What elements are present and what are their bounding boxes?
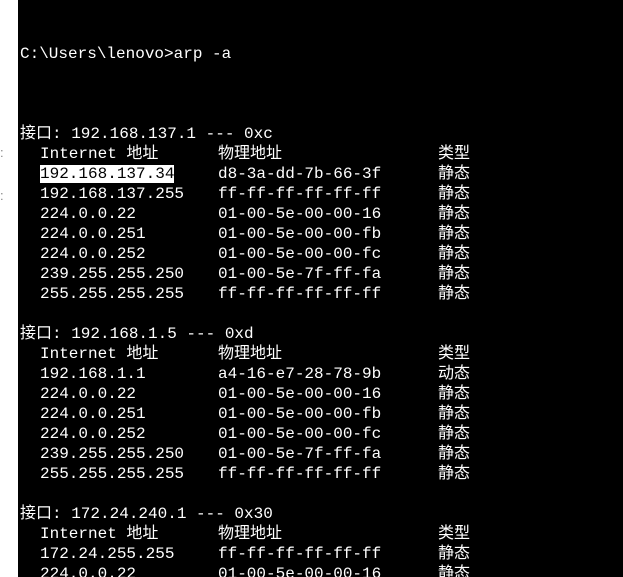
entry-mac: 01-00-5e-00-00-16 [218, 564, 438, 577]
interface-block: 接口: 192.168.1.5 --- 0xdInternet 地址物理地址类型… [18, 324, 623, 484]
entry-type: 静态 [438, 284, 470, 304]
entry-type: 静态 [438, 264, 470, 284]
entry-type: 静态 [438, 244, 470, 264]
entry-type: 静态 [438, 184, 470, 204]
entry-type: 静态 [438, 444, 470, 464]
entry-ip: 255.255.255.255 [18, 284, 218, 304]
column-header-row: Internet 地址物理地址类型 [18, 344, 623, 364]
interface-block: 接口: 172.24.240.1 --- 0x30Internet 地址物理地址… [18, 504, 623, 577]
entry-mac: d8-3a-dd-7b-66-3f [218, 164, 438, 184]
doc-left-margin: : : [0, 0, 18, 577]
interface-header: 接口: 192.168.137.1 --- 0xc [18, 124, 623, 144]
arp-entry-row: 224.0.0.25101-00-5e-00-00-fb静态 [18, 404, 623, 424]
entry-mac: 01-00-5e-00-00-fb [218, 224, 438, 244]
arp-output: 接口: 192.168.137.1 --- 0xcInternet 地址物理地址… [18, 124, 623, 577]
arp-entry-row: 172.24.255.255ff-ff-ff-ff-ff-ff静态 [18, 544, 623, 564]
col-header-mac: 物理地址 [218, 144, 438, 164]
entry-mac: ff-ff-ff-ff-ff-ff [218, 284, 438, 304]
arp-entry-row: 239.255.255.25001-00-5e-7f-ff-fa静态 [18, 264, 623, 284]
entry-ip: 192.168.137.255 [18, 184, 218, 204]
col-header-ip: Internet 地址 [18, 144, 218, 164]
entry-mac: 01-00-5e-00-00-16 [218, 204, 438, 224]
interface-header: 接口: 172.24.240.1 --- 0x30 [18, 504, 623, 524]
entry-mac: 01-00-5e-7f-ff-fa [218, 444, 438, 464]
entry-ip: 224.0.0.251 [18, 404, 218, 424]
arp-entry-row: 192.168.137.255ff-ff-ff-ff-ff-ff静态 [18, 184, 623, 204]
entry-mac: ff-ff-ff-ff-ff-ff [218, 544, 438, 564]
command-text: arp -a [174, 45, 232, 63]
col-header-ip: Internet 地址 [18, 524, 218, 544]
column-header-row: Internet 地址物理地址类型 [18, 144, 623, 164]
entry-ip: 224.0.0.251 [18, 224, 218, 244]
entry-mac: a4-16-e7-28-78-9b [218, 364, 438, 384]
entry-ip: 192.168.137.34 [18, 164, 218, 184]
entry-mac: 01-00-5e-00-00-16 [218, 384, 438, 404]
entry-ip: 224.0.0.22 [18, 564, 218, 577]
arp-entry-row: 224.0.0.25101-00-5e-00-00-fb静态 [18, 224, 623, 244]
entry-type: 静态 [438, 404, 470, 424]
entry-mac: 01-00-5e-00-00-fb [218, 404, 438, 424]
prompt-text: C:\Users\lenovo> [20, 45, 174, 63]
entry-type: 静态 [438, 464, 470, 484]
arp-entry-row: 224.0.0.25201-00-5e-00-00-fc静态 [18, 424, 623, 444]
interface-block: 接口: 192.168.137.1 --- 0xcInternet 地址物理地址… [18, 124, 623, 304]
entry-mac: ff-ff-ff-ff-ff-ff [218, 464, 438, 484]
entry-type: 静态 [438, 384, 470, 404]
arp-entry-row: 255.255.255.255ff-ff-ff-ff-ff-ff静态 [18, 284, 623, 304]
margin-marker-1: : [0, 145, 18, 160]
entry-ip: 224.0.0.22 [18, 384, 218, 404]
highlighted-ip: 192.168.137.34 [40, 165, 174, 183]
interface-header: 接口: 192.168.1.5 --- 0xd [18, 324, 623, 344]
col-header-type: 类型 [438, 144, 470, 164]
entry-type: 静态 [438, 164, 470, 184]
margin-marker-2: : [0, 188, 18, 203]
entry-mac: 01-00-5e-7f-ff-fa [218, 264, 438, 284]
entry-ip: 239.255.255.250 [18, 444, 218, 464]
col-header-mac: 物理地址 [218, 524, 438, 544]
entry-type: 静态 [438, 224, 470, 244]
entry-ip: 192.168.1.1 [18, 364, 218, 384]
col-header-mac: 物理地址 [218, 344, 438, 364]
entry-ip: 172.24.255.255 [18, 544, 218, 564]
entry-ip: 255.255.255.255 [18, 464, 218, 484]
col-header-ip: Internet 地址 [18, 344, 218, 364]
arp-entry-row: 224.0.0.25201-00-5e-00-00-fc静态 [18, 244, 623, 264]
entry-ip: 239.255.255.250 [18, 264, 218, 284]
entry-ip: 224.0.0.252 [18, 424, 218, 444]
col-header-type: 类型 [438, 524, 470, 544]
arp-entry-row: 239.255.255.25001-00-5e-7f-ff-fa静态 [18, 444, 623, 464]
terminal-window[interactable]: C:\Users\lenovo>arp -a 接口: 192.168.137.1… [18, 0, 623, 577]
entry-type: 静态 [438, 204, 470, 224]
arp-entry-row: 192.168.1.1a4-16-e7-28-78-9b动态 [18, 364, 623, 384]
arp-entry-row: 224.0.0.2201-00-5e-00-00-16静态 [18, 564, 623, 577]
arp-entry-row: 255.255.255.255ff-ff-ff-ff-ff-ff静态 [18, 464, 623, 484]
entry-ip: 224.0.0.252 [18, 244, 218, 264]
entry-type: 静态 [438, 424, 470, 444]
entry-mac: 01-00-5e-00-00-fc [218, 424, 438, 444]
arp-entry-row: 224.0.0.2201-00-5e-00-00-16静态 [18, 204, 623, 224]
arp-entry-row: 224.0.0.2201-00-5e-00-00-16静态 [18, 384, 623, 404]
entry-mac: ff-ff-ff-ff-ff-ff [218, 184, 438, 204]
entry-ip: 224.0.0.22 [18, 204, 218, 224]
col-header-type: 类型 [438, 344, 470, 364]
entry-type: 静态 [438, 544, 470, 564]
entry-type: 静态 [438, 564, 470, 577]
arp-entry-row: 192.168.137.34 d8-3a-dd-7b-66-3f静态 [18, 164, 623, 184]
prompt-line: C:\Users\lenovo>arp -a [18, 44, 623, 64]
column-header-row: Internet 地址物理地址类型 [18, 524, 623, 544]
entry-mac: 01-00-5e-00-00-fc [218, 244, 438, 264]
entry-type: 动态 [438, 364, 470, 384]
